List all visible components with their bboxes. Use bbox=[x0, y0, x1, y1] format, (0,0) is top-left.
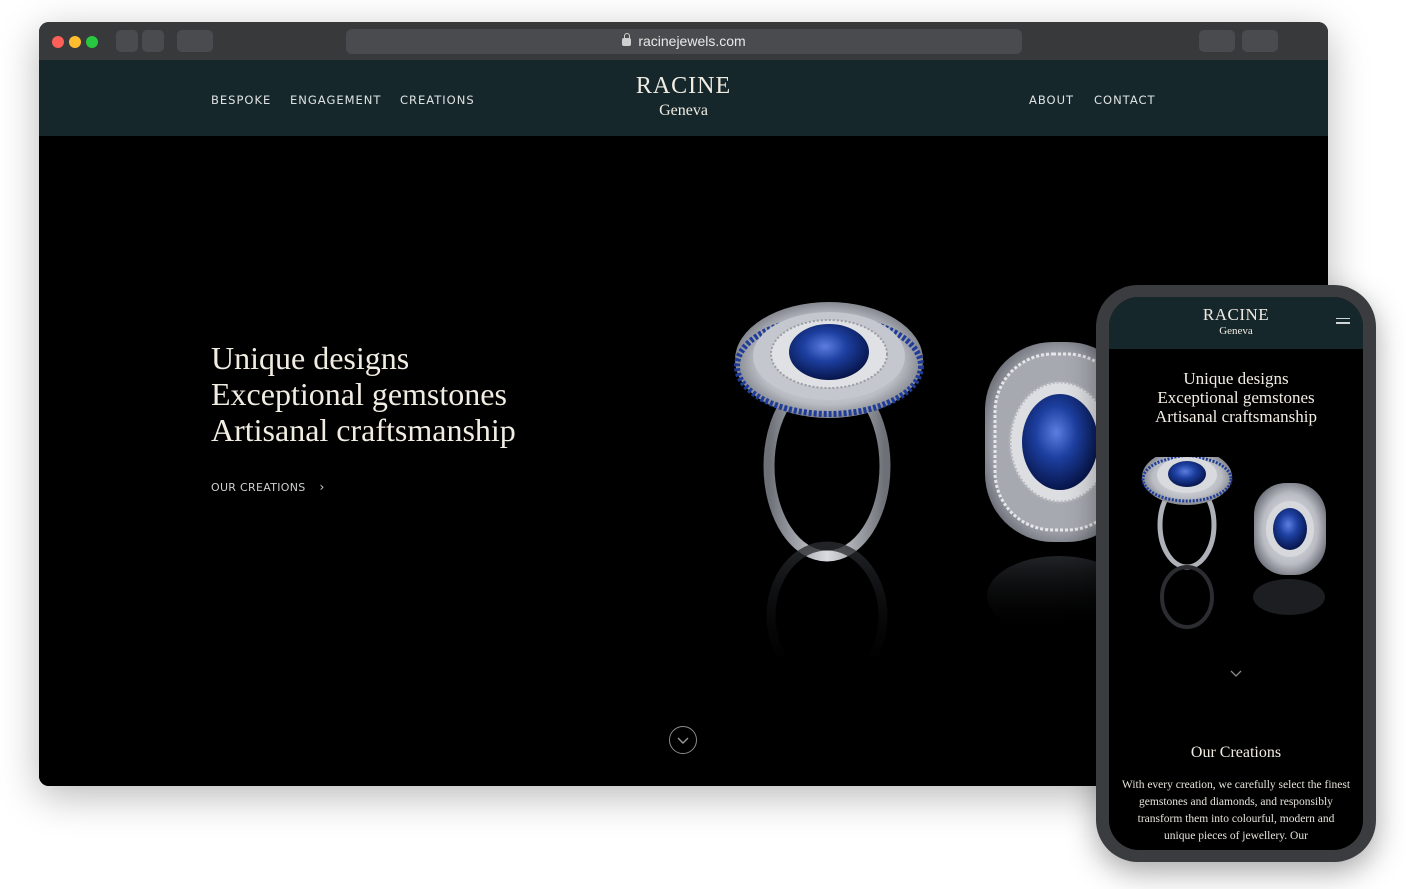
phone-frame: RACINE Geneva Unique designs Exceptional… bbox=[1096, 285, 1376, 862]
new-tab-button[interactable] bbox=[1242, 30, 1278, 52]
mobile-rings-image bbox=[1141, 457, 1326, 629]
hero-headline: Unique designs Exceptional gemstones Art… bbox=[211, 340, 516, 448]
address-bar[interactable]: racinejewels.com bbox=[346, 29, 1022, 54]
maximize-window-button[interactable] bbox=[86, 36, 98, 48]
mobile-hero-headline: Unique designs Exceptional gemstones Art… bbox=[1109, 369, 1363, 426]
hero-line-3: Artisanal craftsmanship bbox=[211, 412, 516, 448]
mobile-hero-line-3: Artisanal craftsmanship bbox=[1155, 407, 1317, 426]
mobile-logo-brand: RACINE bbox=[1202, 305, 1270, 324]
cta-label: OUR CREATIONS bbox=[211, 481, 306, 494]
mobile-chevron-down-icon[interactable] bbox=[1228, 667, 1244, 679]
sidebar-toggle-button[interactable] bbox=[177, 30, 213, 52]
share-button[interactable] bbox=[1199, 30, 1235, 52]
phone-screen: RACINE Geneva Unique designs Exceptional… bbox=[1109, 297, 1363, 850]
address-url: racinejewels.com bbox=[638, 33, 746, 49]
mobile-hero-line-1: Unique designs bbox=[1183, 369, 1289, 388]
minimize-window-button[interactable] bbox=[69, 36, 81, 48]
forward-button[interactable] bbox=[142, 30, 164, 52]
lock-icon bbox=[622, 33, 632, 46]
mobile-logo[interactable]: RACINE Geneva bbox=[1109, 305, 1363, 338]
mobile-hero-line-2: Exceptional gemstones bbox=[1157, 388, 1315, 407]
mobile-header: RACINE Geneva bbox=[1109, 297, 1363, 349]
mobile-logo-city: Geneva bbox=[1219, 325, 1253, 337]
hero-line-1: Unique designs bbox=[211, 340, 410, 376]
chevron-right-icon: › bbox=[319, 480, 325, 494]
nav-contact[interactable]: CONTACT bbox=[1094, 93, 1156, 107]
hero-line-2: Exceptional gemstones bbox=[211, 376, 507, 412]
our-creations-link[interactable]: OUR CREATIONS › bbox=[211, 480, 325, 494]
scroll-down-button[interactable] bbox=[669, 726, 697, 754]
site-header: BESPOKE ENGAGEMENT CREATIONS RACINE Gene… bbox=[39, 60, 1328, 136]
mobile-section-title: Our Creations bbox=[1190, 744, 1282, 761]
rings-image bbox=[734, 302, 1135, 656]
mobile-section-text: With every creation, we carefully select… bbox=[1121, 779, 1351, 842]
back-button[interactable] bbox=[116, 30, 138, 52]
browser-titlebar: racinejewels.com bbox=[39, 22, 1328, 60]
nav-about[interactable]: ABOUT bbox=[1029, 93, 1074, 107]
close-window-button[interactable] bbox=[52, 36, 64, 48]
hamburger-menu-icon[interactable] bbox=[1336, 318, 1350, 326]
chevron-down-icon bbox=[677, 737, 689, 744]
